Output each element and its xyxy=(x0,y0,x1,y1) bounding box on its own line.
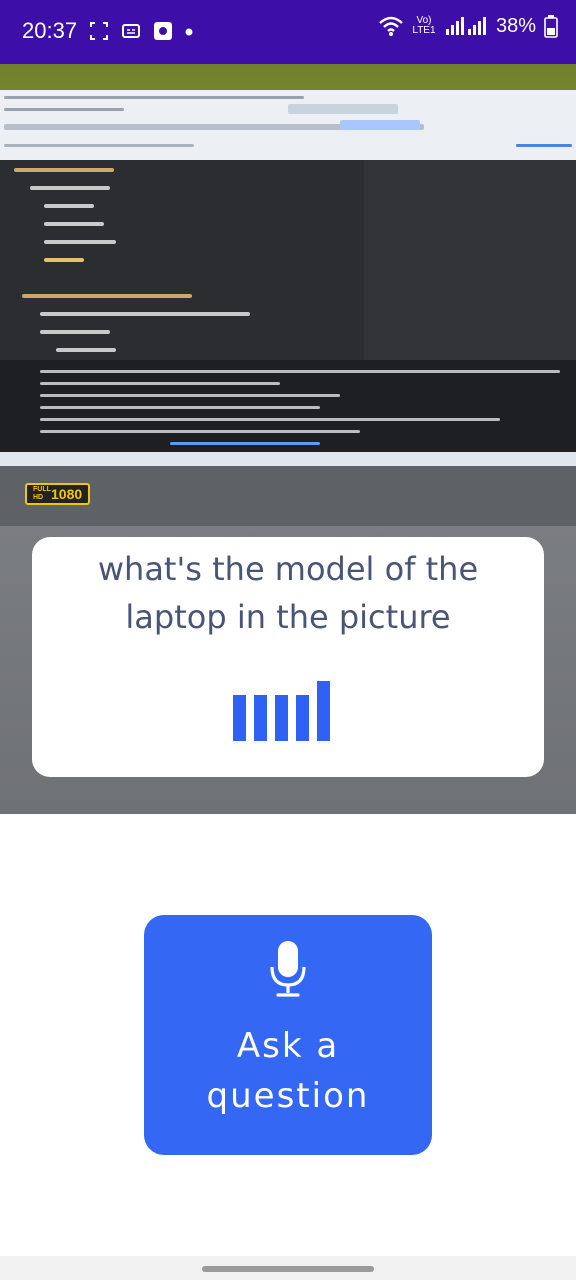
dot-icon xyxy=(185,28,193,36)
ask-question-label: Ask a question xyxy=(206,1026,370,1116)
home-gesture-handle[interactable] xyxy=(202,1266,374,1272)
network-label: Vo) LTE1 xyxy=(412,15,436,36)
screen-record-icon xyxy=(90,22,108,40)
waveform-bar xyxy=(275,695,288,741)
question-text: what's the model of the laptop in the pi… xyxy=(97,550,479,636)
badge-full-hd: FULL HD xyxy=(33,486,51,501)
waveform-bar xyxy=(233,695,246,741)
ide-toolbar xyxy=(0,90,576,160)
waveform-bar xyxy=(254,695,267,741)
badge-resolution: 1080 xyxy=(51,486,83,502)
ask-question-button[interactable]: Ask a question xyxy=(144,915,432,1155)
battery-icon xyxy=(544,15,558,38)
waveform-bar xyxy=(296,695,309,741)
ide-logcat xyxy=(0,360,576,452)
status-time: 20:37 xyxy=(22,18,78,43)
app-icon xyxy=(154,22,172,40)
full-hd-badge: FULL HD 1080 xyxy=(25,483,91,505)
listening-waveform xyxy=(233,681,330,741)
signal-icon xyxy=(445,17,486,35)
question-card: what's the model of the laptop in the pi… xyxy=(32,537,544,777)
ide-code-editor xyxy=(0,160,576,360)
status-system-icons: Vo) LTE1 38% xyxy=(378,14,558,38)
waveform-bar xyxy=(317,681,330,741)
status-notification-icons xyxy=(88,20,194,42)
wifi-icon xyxy=(379,16,403,36)
navigation-bar xyxy=(0,1256,576,1280)
caption-icon xyxy=(122,24,140,38)
battery-percent: 38% xyxy=(495,14,536,37)
status-bar: 20:37 Vo) LTE1 38% xyxy=(0,0,576,64)
microphone-icon xyxy=(270,941,306,997)
laptop-screen xyxy=(0,90,576,510)
